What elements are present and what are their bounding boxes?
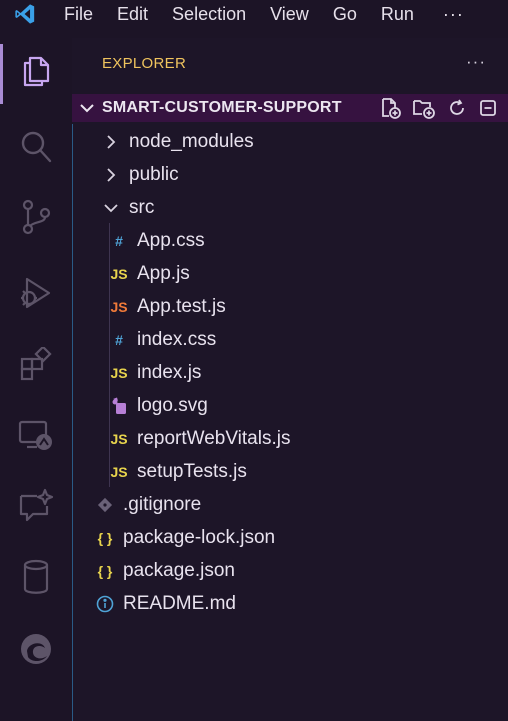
tree-item-label: public (129, 163, 179, 185)
tree-item-label: index.css (137, 328, 217, 350)
vscode-logo-icon[interactable] (0, 0, 50, 28)
edge-devtools-icon[interactable] (0, 616, 72, 682)
source-control-icon[interactable] (0, 184, 72, 250)
css-file-icon: # (115, 331, 123, 348)
tree-item-label: src (129, 196, 155, 218)
menu-more-button[interactable]: ··· (425, 4, 464, 25)
tree-item-label: node_modules (129, 130, 254, 152)
tree-item-label: App.js (137, 262, 190, 284)
new-folder-icon[interactable] (412, 97, 436, 119)
tree-item-label: App.css (137, 229, 205, 251)
tree-item-app-test-js[interactable]: JS App.test.js (109, 290, 226, 323)
js-file-icon: JS (110, 463, 128, 480)
tree-item-setup-tests-js[interactable]: JS setupTests.js (109, 455, 247, 488)
tree-item-public[interactable]: public (101, 158, 179, 191)
remote-explorer-icon[interactable] (0, 402, 72, 468)
tree-item-label: reportWebVitals.js (137, 427, 291, 449)
tree-item-package-lock-json[interactable]: { } package-lock.json (95, 521, 276, 554)
tree-item-gitignore[interactable]: .gitignore (95, 488, 201, 521)
test-js-file-icon: JS (110, 298, 128, 315)
tree-item-label: package.json (123, 559, 235, 581)
tree-item-label: setupTests.js (137, 460, 247, 482)
git-file-icon (95, 497, 115, 513)
new-file-icon[interactable] (379, 97, 401, 119)
tree-item-index-js[interactable]: JS index.js (109, 356, 201, 389)
tree-item-label: index.js (137, 361, 202, 383)
file-tree: node_modules public src # App.css JS App… (72, 124, 508, 721)
json-file-icon: { } (97, 562, 113, 579)
tree-item-label: README.md (123, 592, 236, 614)
chevron-down-icon[interactable] (72, 103, 102, 113)
tree-item-label: logo.svg (137, 394, 208, 416)
tree-item-package-json[interactable]: { } package.json (95, 554, 235, 587)
tree-item-label: package-lock.json (123, 526, 276, 548)
workspace-folder-header[interactable]: SMART-CUSTOMER-SUPPORT (72, 94, 508, 122)
refresh-icon[interactable] (447, 98, 467, 118)
tree-item-node-modules[interactable]: node_modules (101, 125, 254, 158)
chevron-right-icon (101, 134, 121, 149)
menu-selection[interactable]: Selection (159, 0, 257, 28)
database-icon[interactable] (0, 544, 72, 610)
tree-item-label: .gitignore (123, 493, 202, 515)
menu-view[interactable]: View (257, 0, 320, 28)
svg-file-icon (109, 397, 129, 415)
run-debug-icon[interactable] (0, 260, 72, 326)
menu-go[interactable]: Go (320, 0, 368, 28)
js-file-icon: JS (110, 430, 128, 447)
tree-item-index-css[interactable]: # index.css (109, 323, 216, 356)
activity-bar (0, 38, 72, 721)
chevron-right-icon (101, 167, 121, 182)
explorer-more-button[interactable]: ··· (466, 52, 486, 72)
tree-item-logo-svg[interactable]: logo.svg (109, 389, 208, 422)
explorer-sidebar: EXPLORER ··· SMART-CUSTOMER-SUPPORT node… (72, 38, 508, 721)
chevron-down-icon (101, 203, 121, 213)
json-file-icon: { } (97, 529, 113, 546)
tree-item-readme-md[interactable]: README.md (95, 587, 236, 620)
tree-item-label: App.test.js (137, 295, 226, 317)
menu-bar: File Edit Selection View Go Run ··· (0, 0, 508, 28)
js-file-icon: JS (110, 364, 128, 381)
search-icon[interactable] (0, 114, 72, 180)
menu-file[interactable]: File (50, 0, 104, 28)
menu-run[interactable]: Run (368, 0, 425, 28)
tree-item-app-css[interactable]: # App.css (109, 224, 205, 257)
tree-item-app-js[interactable]: JS App.js (109, 257, 190, 290)
css-file-icon: # (115, 232, 123, 249)
explorer-icon[interactable] (0, 38, 72, 104)
info-icon (95, 595, 115, 613)
js-file-icon: JS (110, 265, 128, 282)
extensions-icon[interactable] (0, 331, 72, 397)
tree-item-src[interactable]: src (101, 191, 154, 224)
tree-item-report-web-vitals-js[interactable]: JS reportWebVitals.js (109, 422, 290, 455)
chat-icon[interactable] (0, 472, 72, 538)
folder-actions (379, 94, 498, 122)
menu-edit[interactable]: Edit (104, 0, 159, 28)
collapse-all-icon[interactable] (478, 98, 498, 118)
explorer-title: EXPLORER (102, 55, 187, 72)
workspace-folder-name: SMART-CUSTOMER-SUPPORT (102, 99, 342, 116)
